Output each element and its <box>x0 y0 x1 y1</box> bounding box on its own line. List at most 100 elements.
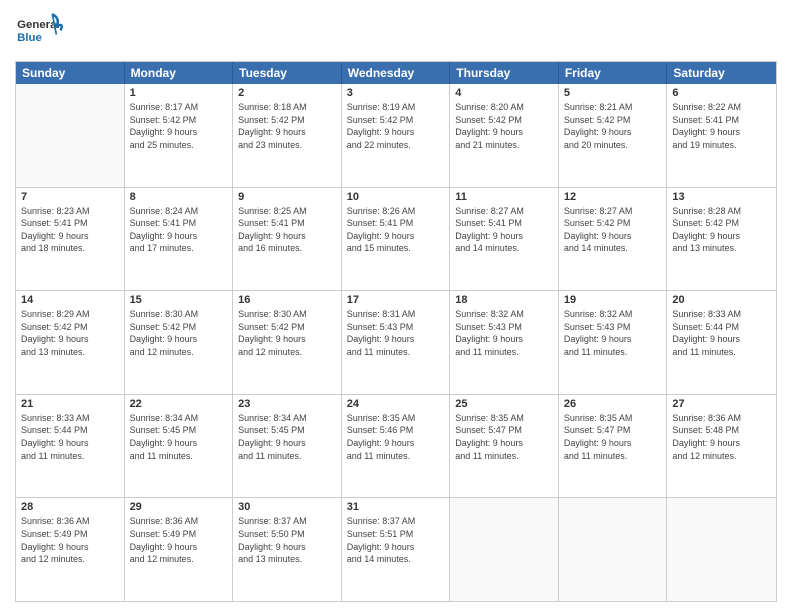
calendar-week-row: 28 Sunrise: 8:36 AM Sunset: 5:49 PM Dayli… <box>16 497 776 601</box>
calendar-week-row: 1 Sunrise: 8:17 AM Sunset: 5:42 PM Daylig… <box>16 84 776 187</box>
calendar-header-row: SundayMondayTuesdayWednesdayThursdayFrid… <box>16 62 776 84</box>
cell-info: Sunrise: 8:28 AM Sunset: 5:42 PM Dayligh… <box>672 205 771 255</box>
cell-info: Sunrise: 8:27 AM Sunset: 5:41 PM Dayligh… <box>455 205 553 255</box>
day-number: 6 <box>672 87 771 99</box>
calendar-cell: 3 Sunrise: 8:19 AM Sunset: 5:42 PM Daylig… <box>342 84 451 187</box>
cell-info: Sunrise: 8:27 AM Sunset: 5:42 PM Dayligh… <box>564 205 662 255</box>
calendar-cell: 20 Sunrise: 8:33 AM Sunset: 5:44 PM Dayli… <box>667 291 776 394</box>
calendar-cell <box>559 498 668 601</box>
cell-info: Sunrise: 8:31 AM Sunset: 5:43 PM Dayligh… <box>347 308 445 358</box>
calendar-cell: 27Sunrise: 8:36 AM Sunset: 5:48 PM Dayli… <box>667 395 776 498</box>
day-number: 16 <box>238 294 336 306</box>
cell-info: Sunrise: 8:32 AM Sunset: 5:43 PM Dayligh… <box>455 308 553 358</box>
day-number: 17 <box>347 294 445 306</box>
day-number: 26 <box>564 398 662 410</box>
calendar-week-row: 21Sunrise: 8:33 AM Sunset: 5:44 PM Dayli… <box>16 394 776 498</box>
calendar-cell: 2 Sunrise: 8:18 AM Sunset: 5:42 PM Daylig… <box>233 84 342 187</box>
cell-info: Sunrise: 8:35 AM Sunset: 5:47 PM Dayligh… <box>455 412 553 462</box>
cell-info: Sunrise: 8:21 AM Sunset: 5:42 PM Dayligh… <box>564 101 662 151</box>
day-number: 27 <box>672 398 771 410</box>
cell-info: Sunrise: 8:36 AM Sunset: 5:49 PM Dayligh… <box>21 515 119 565</box>
weekday-header: Wednesday <box>342 62 451 84</box>
cell-info: Sunrise: 8:29 AM Sunset: 5:42 PM Dayligh… <box>21 308 119 358</box>
calendar-cell: 6 Sunrise: 8:22 AM Sunset: 5:41 PM Daylig… <box>667 84 776 187</box>
cell-info: Sunrise: 8:23 AM Sunset: 5:41 PM Dayligh… <box>21 205 119 255</box>
calendar-cell: 21Sunrise: 8:33 AM Sunset: 5:44 PM Dayli… <box>16 395 125 498</box>
calendar-cell: 17 Sunrise: 8:31 AM Sunset: 5:43 PM Dayli… <box>342 291 451 394</box>
cell-info: Sunrise: 8:22 AM Sunset: 5:41 PM Dayligh… <box>672 101 771 151</box>
calendar-cell: 10Sunrise: 8:26 AM Sunset: 5:41 PM Dayli… <box>342 188 451 291</box>
cell-info: Sunrise: 8:33 AM Sunset: 5:44 PM Dayligh… <box>672 308 771 358</box>
calendar-cell: 30 Sunrise: 8:37 AM Sunset: 5:50 PM Dayli… <box>233 498 342 601</box>
day-number: 25 <box>455 398 553 410</box>
cell-info: Sunrise: 8:32 AM Sunset: 5:43 PM Dayligh… <box>564 308 662 358</box>
cell-info: Sunrise: 8:37 AM Sunset: 5:50 PM Dayligh… <box>238 515 336 565</box>
page: General Blue SundayMondayTuesdayWednesda… <box>0 0 792 612</box>
calendar-cell <box>16 84 125 187</box>
calendar-cell: 8 Sunrise: 8:24 AM Sunset: 5:41 PM Daylig… <box>125 188 234 291</box>
calendar-cell <box>667 498 776 601</box>
day-number: 3 <box>347 87 445 99</box>
day-number: 23 <box>238 398 336 410</box>
day-number: 8 <box>130 191 228 203</box>
day-number: 15 <box>130 294 228 306</box>
day-number: 12 <box>564 191 662 203</box>
cell-info: Sunrise: 8:19 AM Sunset: 5:42 PM Dayligh… <box>347 101 445 151</box>
calendar-cell: 7 Sunrise: 8:23 AM Sunset: 5:41 PM Daylig… <box>16 188 125 291</box>
day-number: 11 <box>455 191 553 203</box>
cell-info: Sunrise: 8:37 AM Sunset: 5:51 PM Dayligh… <box>347 515 445 565</box>
weekday-header: Saturday <box>667 62 776 84</box>
calendar-cell: 1 Sunrise: 8:17 AM Sunset: 5:42 PM Daylig… <box>125 84 234 187</box>
calendar-cell: 26 Sunrise: 8:35 AM Sunset: 5:47 PM Dayli… <box>559 395 668 498</box>
calendar-cell: 13 Sunrise: 8:28 AM Sunset: 5:42 PM Dayli… <box>667 188 776 291</box>
cell-info: Sunrise: 8:35 AM Sunset: 5:46 PM Dayligh… <box>347 412 445 462</box>
calendar-week-row: 14Sunrise: 8:29 AM Sunset: 5:42 PM Dayli… <box>16 290 776 394</box>
cell-info: Sunrise: 8:24 AM Sunset: 5:41 PM Dayligh… <box>130 205 228 255</box>
cell-info: Sunrise: 8:34 AM Sunset: 5:45 PM Dayligh… <box>130 412 228 462</box>
day-number: 1 <box>130 87 228 99</box>
cell-info: Sunrise: 8:18 AM Sunset: 5:42 PM Dayligh… <box>238 101 336 151</box>
day-number: 21 <box>21 398 119 410</box>
day-number: 30 <box>238 501 336 513</box>
calendar-cell: 5 Sunrise: 8:21 AM Sunset: 5:42 PM Daylig… <box>559 84 668 187</box>
calendar-cell: 18 Sunrise: 8:32 AM Sunset: 5:43 PM Dayli… <box>450 291 559 394</box>
day-number: 2 <box>238 87 336 99</box>
calendar-cell: 4Sunrise: 8:20 AM Sunset: 5:42 PM Daylig… <box>450 84 559 187</box>
day-number: 19 <box>564 294 662 306</box>
calendar-cell: 9Sunrise: 8:25 AM Sunset: 5:41 PM Daylig… <box>233 188 342 291</box>
day-number: 13 <box>672 191 771 203</box>
weekday-header: Thursday <box>450 62 559 84</box>
day-number: 24 <box>347 398 445 410</box>
day-number: 7 <box>21 191 119 203</box>
cell-info: Sunrise: 8:30 AM Sunset: 5:42 PM Dayligh… <box>238 308 336 358</box>
day-number: 18 <box>455 294 553 306</box>
calendar-week-row: 7 Sunrise: 8:23 AM Sunset: 5:41 PM Daylig… <box>16 187 776 291</box>
calendar-cell: 19 Sunrise: 8:32 AM Sunset: 5:43 PM Dayli… <box>559 291 668 394</box>
cell-info: Sunrise: 8:35 AM Sunset: 5:47 PM Dayligh… <box>564 412 662 462</box>
calendar-body: 1 Sunrise: 8:17 AM Sunset: 5:42 PM Daylig… <box>16 84 776 601</box>
day-number: 10 <box>347 191 445 203</box>
calendar-cell: 16 Sunrise: 8:30 AM Sunset: 5:42 PM Dayli… <box>233 291 342 394</box>
cell-info: Sunrise: 8:30 AM Sunset: 5:42 PM Dayligh… <box>130 308 228 358</box>
day-number: 29 <box>130 501 228 513</box>
cell-info: Sunrise: 8:25 AM Sunset: 5:41 PM Dayligh… <box>238 205 336 255</box>
calendar-cell: 15 Sunrise: 8:30 AM Sunset: 5:42 PM Dayli… <box>125 291 234 394</box>
day-number: 4 <box>455 87 553 99</box>
calendar-cell <box>450 498 559 601</box>
cell-info: Sunrise: 8:34 AM Sunset: 5:45 PM Dayligh… <box>238 412 336 462</box>
logo: General Blue <box>15 10 65 55</box>
cell-info: Sunrise: 8:36 AM Sunset: 5:49 PM Dayligh… <box>130 515 228 565</box>
day-number: 28 <box>21 501 119 513</box>
calendar-cell: 24 Sunrise: 8:35 AM Sunset: 5:46 PM Dayli… <box>342 395 451 498</box>
svg-text:Blue: Blue <box>17 32 42 44</box>
calendar-cell: 29 Sunrise: 8:36 AM Sunset: 5:49 PM Dayli… <box>125 498 234 601</box>
day-number: 22 <box>130 398 228 410</box>
weekday-header: Sunday <box>16 62 125 84</box>
cell-info: Sunrise: 8:17 AM Sunset: 5:42 PM Dayligh… <box>130 101 228 151</box>
day-number: 20 <box>672 294 771 306</box>
calendar-cell: 22 Sunrise: 8:34 AM Sunset: 5:45 PM Dayli… <box>125 395 234 498</box>
calendar: SundayMondayTuesdayWednesdayThursdayFrid… <box>15 61 777 602</box>
day-number: 5 <box>564 87 662 99</box>
calendar-cell: 25 Sunrise: 8:35 AM Sunset: 5:47 PM Dayli… <box>450 395 559 498</box>
day-number: 31 <box>347 501 445 513</box>
